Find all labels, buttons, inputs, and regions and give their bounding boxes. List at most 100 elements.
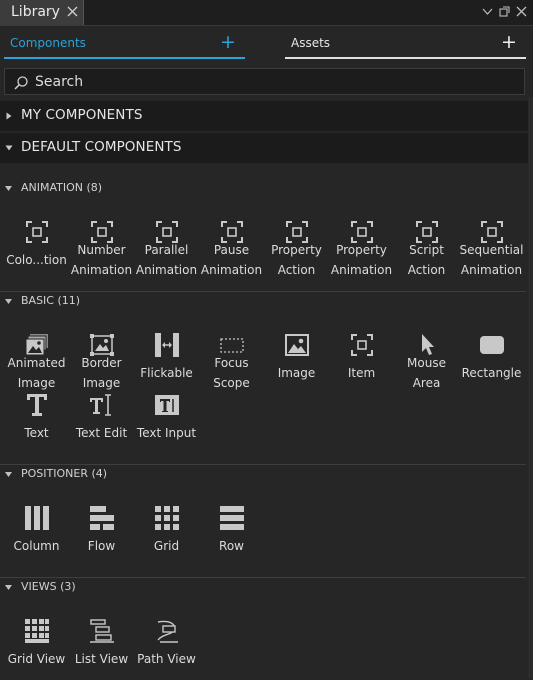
component-text-edit[interactable]: Text Edit: [69, 392, 134, 454]
chevron-down-icon: [5, 299, 12, 304]
component-label: Action: [277, 263, 316, 277]
component-text-input[interactable]: Text Input: [134, 392, 199, 454]
component-label: Grid: [153, 539, 180, 553]
search-input[interactable]: [35, 69, 515, 94]
chevron-down-icon: [5, 186, 12, 191]
category-animation-label: ANIMATION (8): [21, 181, 103, 194]
component-label: Area: [412, 376, 441, 390]
component-animated-image[interactable]: Animated Image: [4, 332, 69, 394]
rectangle-icon: [480, 336, 504, 354]
scrollbar[interactable]: [528, 97, 533, 678]
component-label: Text Edit: [75, 426, 128, 440]
component-label: Mouse: [407, 356, 446, 370]
component-item[interactable]: Item: [329, 332, 394, 394]
component-label: Border: [81, 356, 122, 370]
component-label: Animation: [135, 263, 198, 277]
component-label: Flickable: [140, 366, 193, 380]
component-grid-view[interactable]: Grid View: [4, 618, 69, 680]
component-label: Text Input: [136, 426, 197, 440]
component-border-image[interactable]: Border Image: [69, 332, 134, 394]
chevron-down-icon: [5, 145, 13, 151]
category-views[interactable]: VIEWS (3): [0, 578, 533, 598]
component-sequential-animation[interactable]: Sequential Animation: [459, 219, 524, 281]
component-focus-scope[interactable]: Focus Scope: [199, 332, 264, 394]
close-panel-icon[interactable]: [515, 5, 528, 18]
chevron-right-icon: [6, 112, 12, 120]
search-icon: [14, 76, 28, 90]
chevron-down-icon: [5, 472, 12, 477]
component-mouse-area[interactable]: Mouse Area: [394, 332, 459, 394]
section-default-components-label: DEFAULT COMPONENTS: [21, 139, 182, 155]
component-label: Colo...tion: [6, 253, 67, 267]
component-label: List View: [74, 652, 129, 666]
tab-components[interactable]: Components: [10, 36, 86, 50]
section-my-components-label: MY COMPONENTS: [21, 107, 143, 123]
search-box[interactable]: [4, 68, 525, 95]
list-view-icon: [90, 619, 114, 643]
component-label: Rectangle: [461, 366, 522, 380]
component-grid[interactable]: Grid: [134, 505, 199, 567]
category-basic[interactable]: BASIC (11): [0, 292, 533, 312]
component-list-view[interactable]: List View: [69, 618, 134, 680]
flow-icon: [90, 506, 114, 530]
section-default-components[interactable]: DEFAULT COMPONENTS: [0, 133, 533, 163]
flickable-icon: [155, 333, 179, 357]
component-label: Column: [13, 539, 60, 553]
component-label: Animation: [460, 263, 523, 277]
add-asset-button[interactable]: +: [501, 33, 517, 52]
component-property-action[interactable]: Property Action: [264, 219, 329, 281]
grid-icon: [155, 506, 179, 530]
tab-assets[interactable]: Assets: [291, 36, 330, 50]
text-icon: [27, 394, 47, 416]
component-label: Focus: [214, 356, 249, 370]
component-label: Pause: [213, 243, 250, 257]
row-icon: [220, 506, 244, 530]
category-positioner-label: POSITIONER (4): [21, 467, 108, 480]
component-label: Animation: [200, 263, 263, 277]
component-label: Item: [347, 366, 376, 380]
category-positioner[interactable]: POSITIONER (4): [0, 465, 533, 485]
component-label: Property: [336, 243, 387, 257]
tab-components-underline: [4, 57, 245, 59]
component-flow[interactable]: Flow: [69, 505, 134, 567]
component-number-animation[interactable]: Number Animation: [69, 219, 134, 281]
component-label: Action: [407, 263, 446, 277]
component-rectangle[interactable]: Rectangle: [459, 332, 524, 394]
section-my-components[interactable]: MY COMPONENTS: [0, 101, 533, 131]
component-label: Row: [219, 539, 244, 553]
component-label: Script: [409, 243, 444, 257]
component-column[interactable]: Column: [4, 505, 69, 567]
component-label: Grid View: [7, 652, 66, 666]
chevron-down-icon: [5, 585, 12, 590]
category-animation[interactable]: ANIMATION (8): [0, 179, 533, 199]
component-parallel-animation[interactable]: Parallel Animation: [134, 219, 199, 281]
tab-library-label: Library: [11, 4, 60, 20]
component-row[interactable]: Row: [199, 505, 264, 567]
component-script-action[interactable]: Script Action: [394, 219, 459, 281]
component-label: Sequential: [459, 243, 524, 257]
component-label: Image: [82, 376, 121, 390]
tab-library[interactable]: Library: [0, 0, 84, 25]
path-view-icon: [157, 620, 178, 643]
component-label: Flow: [87, 539, 116, 553]
component-flickable[interactable]: Flickable: [134, 332, 199, 394]
component-label: Parallel: [144, 243, 189, 257]
component-text[interactable]: Text: [4, 392, 69, 454]
category-views-label: VIEWS (3): [21, 580, 76, 593]
component-image[interactable]: Image: [264, 332, 329, 394]
undock-icon[interactable]: [498, 5, 511, 18]
component-property-animation[interactable]: Property Animation: [329, 219, 394, 281]
component-pause-animation[interactable]: Pause Animation: [199, 219, 264, 281]
component-label: Image: [17, 376, 56, 390]
text-input-icon: [155, 395, 179, 415]
component-path-view[interactable]: Path View: [134, 618, 199, 680]
component-label: Number: [77, 243, 126, 257]
close-icon[interactable]: [66, 5, 79, 18]
chevron-down-icon[interactable]: [481, 5, 494, 18]
grid-view-icon: [25, 619, 49, 643]
title-bar: Library: [0, 0, 533, 25]
component-color-animation[interactable]: Colo...tion: [4, 219, 69, 281]
component-label: Text: [24, 426, 49, 440]
add-component-button[interactable]: +: [220, 33, 236, 52]
tab-assets-underline: [285, 57, 526, 59]
